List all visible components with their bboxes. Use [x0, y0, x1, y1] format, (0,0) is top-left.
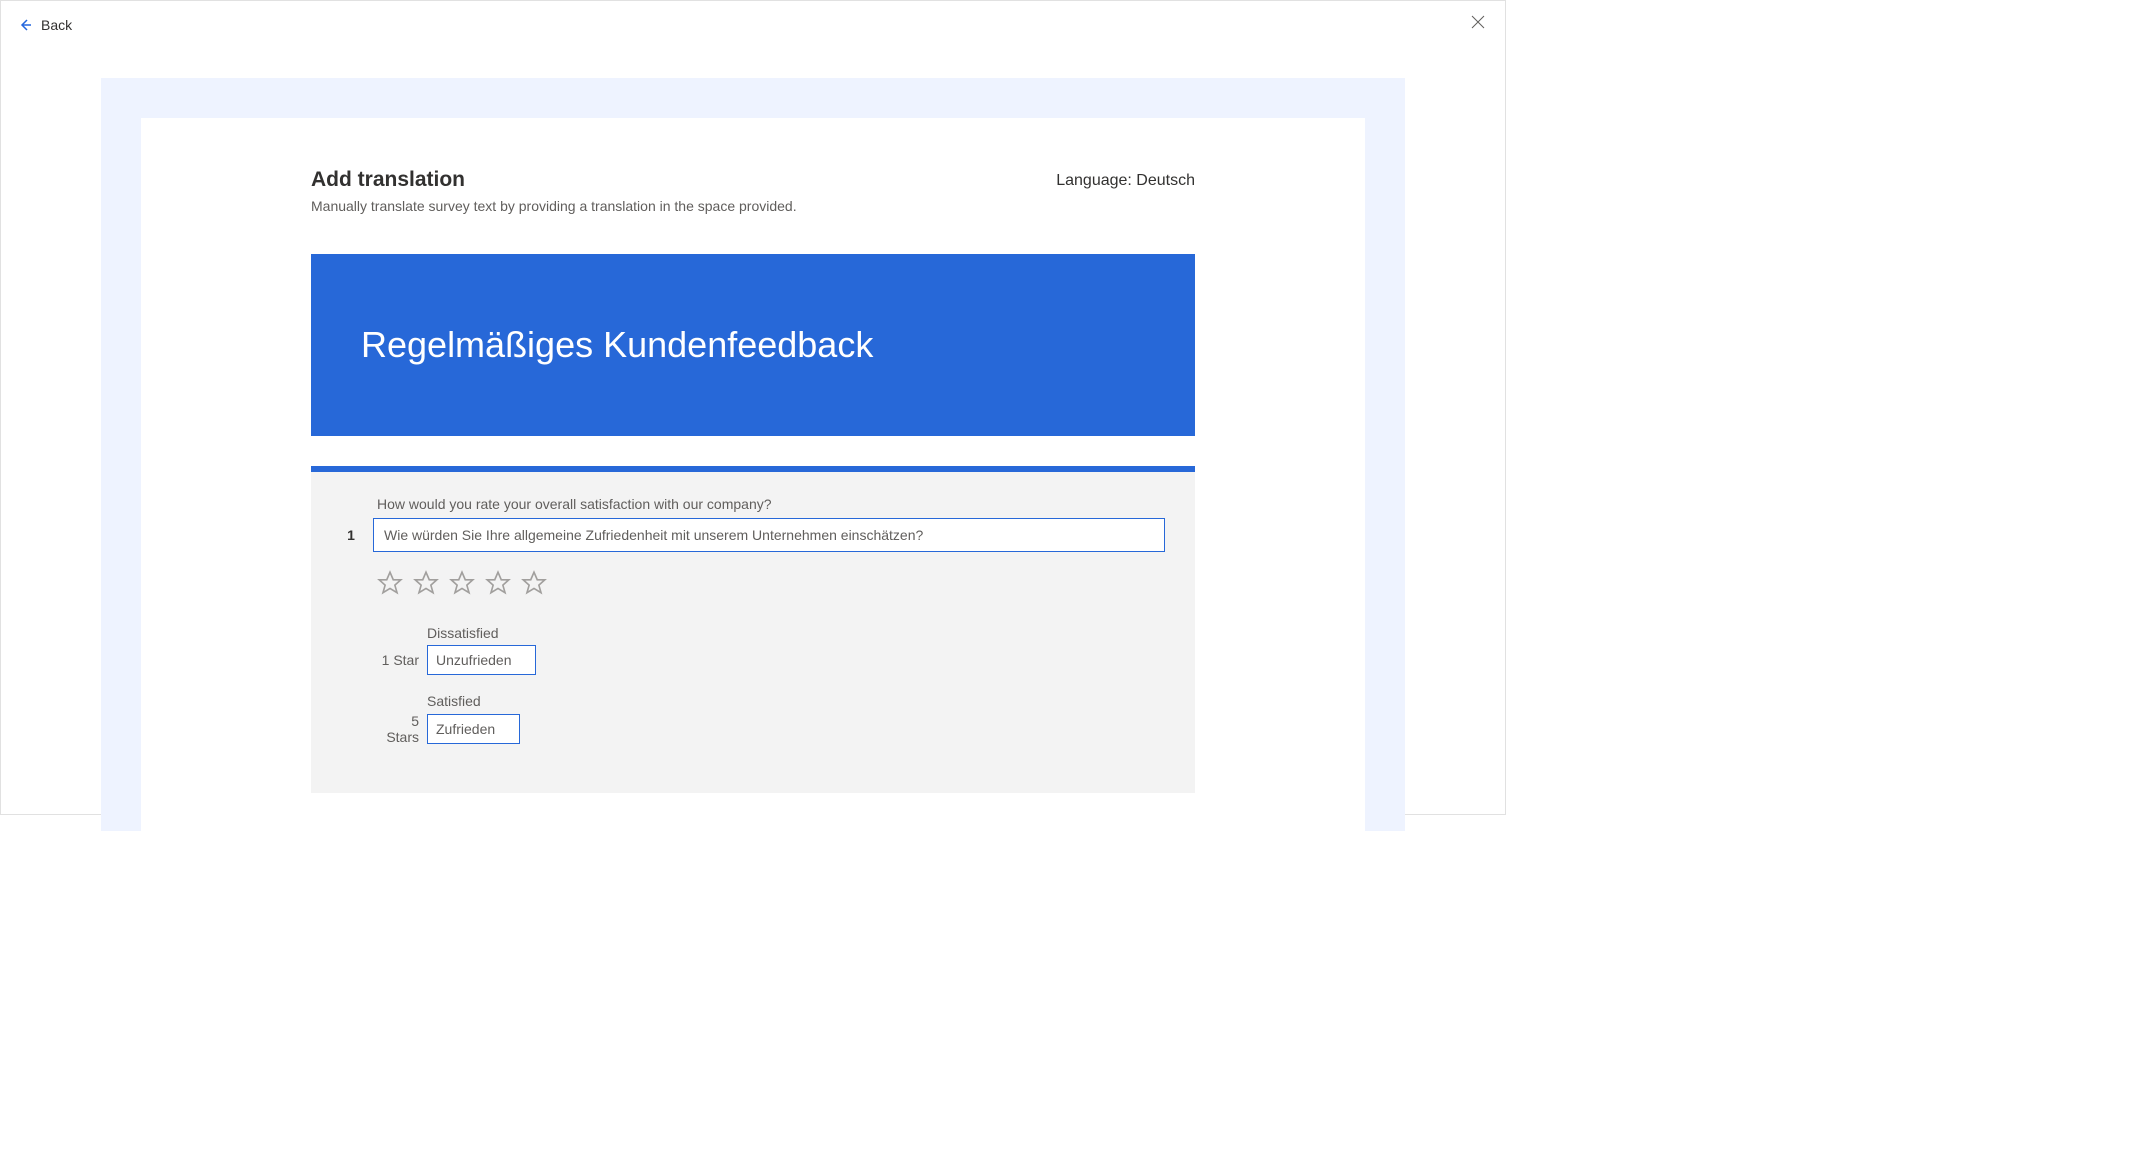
rating-translation-input[interactable]	[427, 714, 520, 744]
content-card: Add translation Language: Deutsch Manual…	[141, 118, 1365, 831]
rating-prefix: 1 Star	[377, 652, 419, 668]
header-row: Add translation Language: Deutsch	[311, 168, 1195, 192]
star-icon[interactable]	[377, 570, 403, 601]
rating-row: 5 Stars	[377, 713, 1165, 745]
rating-labels-container: Dissatisfied 1 Star Satisfied 5 Stars	[377, 625, 1165, 745]
star-rating-row	[377, 570, 1165, 601]
back-button[interactable]: Back	[17, 17, 72, 33]
question-translation-input[interactable]	[373, 518, 1165, 552]
question-number: 1	[341, 527, 361, 543]
rating-label-group: Dissatisfied 1 Star	[377, 625, 1165, 675]
language-prefix: Language:	[1056, 172, 1136, 189]
top-bar: Back	[1, 1, 1505, 48]
rating-row: 1 Star	[377, 645, 1165, 675]
page-subtitle: Manually translate survey text by provid…	[311, 198, 1195, 214]
star-icon[interactable]	[485, 570, 511, 601]
survey-banner: Regelmäßiges Kundenfeedback	[311, 254, 1195, 436]
star-icon[interactable]	[449, 570, 475, 601]
rating-prefix: 5 Stars	[377, 713, 419, 745]
close-icon	[1471, 15, 1485, 34]
star-icon[interactable]	[413, 570, 439, 601]
close-button[interactable]	[1467, 11, 1489, 38]
rating-source-label: Dissatisfied	[427, 625, 1165, 641]
question-row: 1	[341, 518, 1165, 552]
question-section: How would you rate your overall satisfac…	[311, 466, 1195, 793]
survey-title: Regelmäßiges Kundenfeedback	[361, 324, 1145, 366]
question-source-text: How would you rate your overall satisfac…	[377, 496, 1165, 512]
language-indicator: Language: Deutsch	[1056, 172, 1195, 190]
back-label: Back	[41, 17, 72, 33]
star-icon[interactable]	[521, 570, 547, 601]
rating-label-group: Satisfied 5 Stars	[377, 693, 1165, 745]
page-title: Add translation	[311, 168, 465, 192]
language-value: Deutsch	[1136, 172, 1195, 189]
rating-translation-input[interactable]	[427, 645, 536, 675]
page-wrapper: Add translation Language: Deutsch Manual…	[101, 78, 1405, 831]
rating-source-label: Satisfied	[427, 693, 1165, 709]
arrow-left-icon	[17, 17, 33, 33]
